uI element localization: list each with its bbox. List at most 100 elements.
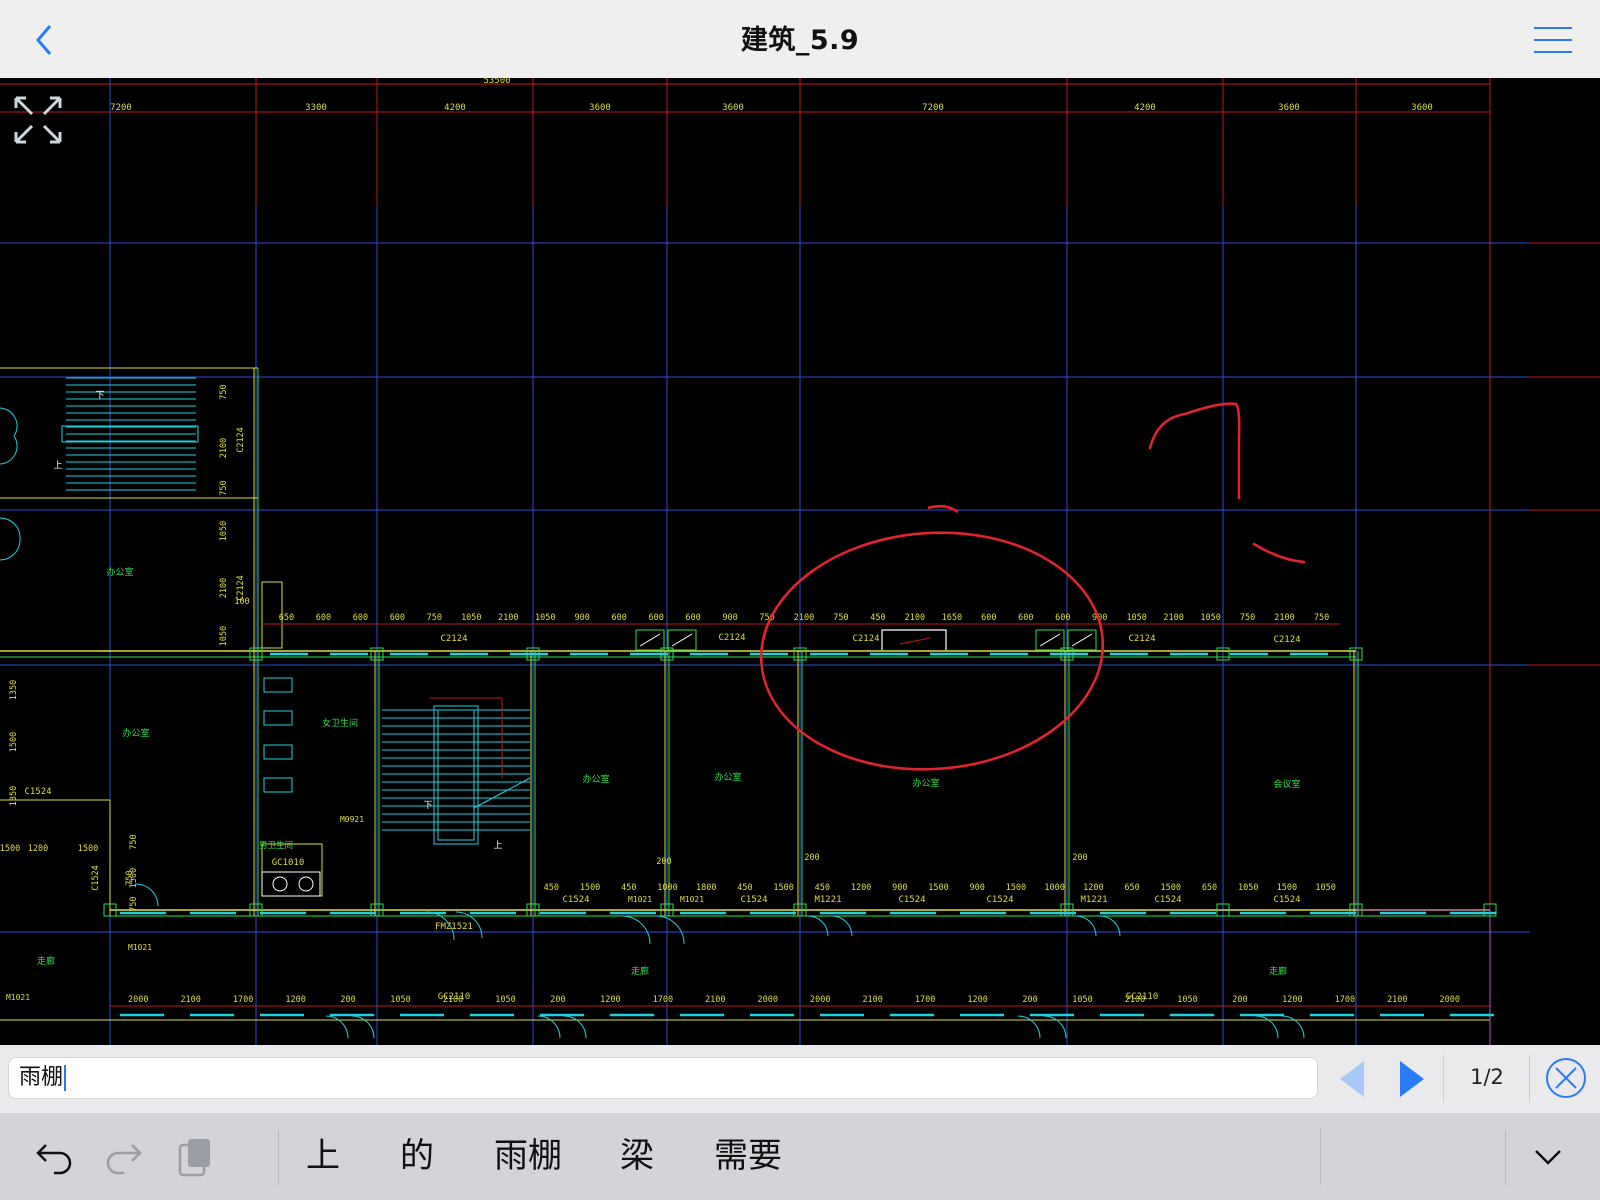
door-swing	[0, 407, 18, 465]
dimension-label: 200	[1072, 853, 1087, 863]
redo-button[interactable]	[102, 1135, 146, 1179]
dimension-label: 1350	[9, 680, 19, 700]
dimension-label: 1200	[285, 995, 305, 1005]
paste-button[interactable]	[172, 1135, 216, 1179]
dimension-label: 1500	[1277, 883, 1297, 893]
dimension-label: 4200	[444, 103, 466, 113]
dimension-label: 600	[685, 613, 700, 623]
dimension-label: 600	[353, 613, 368, 623]
dimension-label: 750	[1314, 613, 1329, 623]
door-swing	[621, 915, 651, 945]
ac-unit-mark	[639, 633, 661, 647]
dimension-label: 1050	[390, 995, 410, 1005]
next-result-button[interactable]	[1392, 1059, 1432, 1099]
canopy-marker	[899, 637, 931, 645]
ac-unit-mark	[671, 633, 693, 647]
keyboard-toolbar: 上 的 雨棚 梁 需要	[0, 1113, 1600, 1200]
room-label: 会议室	[1273, 778, 1300, 790]
axis-gridlines	[0, 78, 1600, 1045]
dimension-label: 1700	[653, 995, 673, 1005]
dimension-label: 1050	[461, 613, 481, 623]
search-input[interactable]: 雨棚	[8, 1057, 1318, 1099]
candidate-word[interactable]: 需要	[714, 1133, 782, 1179]
search-query-text: 雨棚	[19, 1065, 64, 1090]
dimension-label: 750	[219, 384, 229, 399]
window-label: C2124	[440, 634, 467, 644]
undo-icon	[36, 1144, 72, 1175]
separator	[1443, 1055, 1444, 1103]
text-caret	[64, 1065, 67, 1091]
window-label: C1524	[562, 895, 589, 905]
door-label: M1021	[680, 895, 704, 904]
drawing-canvas[interactable]: 53500 7200 3300 4200 3600 3600 7200 4200 3600 360…	[0, 78, 1600, 1045]
dimension-label: 3300	[305, 103, 327, 113]
candidate-word[interactable]: 雨棚	[494, 1133, 562, 1179]
toilet-fixture	[263, 744, 293, 760]
window-label: C1524	[740, 895, 767, 905]
dismiss-keyboard-button[interactable]	[1526, 1135, 1570, 1179]
ac-unit-mark	[1071, 633, 1093, 647]
dimension-label: 4200	[1134, 103, 1156, 113]
candidate-word[interactable]: 梁	[620, 1133, 654, 1179]
dimension-label: 1650	[942, 613, 962, 623]
dimension-label: 1700	[233, 995, 253, 1005]
dimension-label: 7200	[110, 103, 132, 113]
dimension-label: 2100	[180, 995, 200, 1005]
dimension-label: 2000	[1440, 995, 1460, 1005]
window-label: C1524	[986, 895, 1013, 905]
previous-result-button[interactable]	[1332, 1059, 1372, 1099]
door-label: M1221	[1080, 895, 1107, 905]
room-label: 办公室	[106, 566, 133, 578]
door-swing	[1043, 1015, 1067, 1039]
dimension-label: 650	[279, 613, 294, 623]
canopy-outline	[881, 629, 947, 650]
window-label: C2124	[1128, 634, 1155, 644]
door-swing	[135, 883, 159, 907]
dimension-label: 1200	[851, 883, 871, 893]
dimension-label: 53500	[483, 78, 510, 86]
window-label: C2124	[236, 427, 246, 453]
dimension-label: 1350	[9, 786, 19, 806]
stair-label: 下	[95, 391, 104, 401]
dimension-label: 750	[833, 613, 848, 623]
door-swing	[351, 1015, 375, 1039]
dimension-label: 2100	[794, 613, 814, 623]
result-page-indicator: 1/2	[1470, 1065, 1504, 1089]
close-search-button[interactable]	[1544, 1056, 1588, 1100]
candidate-word[interactable]: 的	[400, 1133, 434, 1179]
door-swing	[655, 915, 685, 945]
dimension-label: 600	[390, 613, 405, 623]
separator	[278, 1129, 279, 1185]
door-swing	[325, 1015, 349, 1039]
dimension-label: 1200	[600, 995, 620, 1005]
door-swing	[0, 517, 21, 561]
door-label: M1221	[814, 895, 841, 905]
dimension-label: 750	[1240, 613, 1255, 623]
dimension-label: 2100	[1163, 613, 1183, 623]
dimension-label: 1050	[1238, 883, 1258, 893]
dimension-label: 650	[1124, 883, 1139, 893]
room-label: 走廊	[631, 965, 649, 977]
dimension-label: 600	[1055, 613, 1070, 623]
door-label: M1021	[628, 895, 652, 904]
markup-stroke	[1148, 402, 1241, 500]
candidate-word[interactable]: 上	[306, 1133, 340, 1179]
dimension-label: 1050	[1126, 613, 1146, 623]
dimension-label: 200	[550, 995, 565, 1005]
room-label: 办公室	[912, 777, 939, 789]
dimension-label: 1500	[773, 883, 793, 893]
fit-screen-button[interactable]	[12, 94, 64, 146]
stairs	[382, 697, 531, 845]
dimension-label: 450	[870, 613, 885, 623]
room-label: 女卫生间	[322, 717, 358, 729]
undo-button[interactable]	[32, 1135, 76, 1179]
dimension-label: 2000	[758, 995, 778, 1005]
door-swing	[831, 915, 853, 937]
dimension-label: 1800	[696, 883, 716, 893]
markup-stroke	[927, 504, 959, 514]
dimension-label: 3600	[589, 103, 611, 113]
dimension-label: 2100	[1387, 995, 1407, 1005]
dimension-label: 1500	[0, 844, 20, 854]
menu-button[interactable]	[1532, 22, 1574, 58]
door-swing	[1281, 1015, 1305, 1039]
